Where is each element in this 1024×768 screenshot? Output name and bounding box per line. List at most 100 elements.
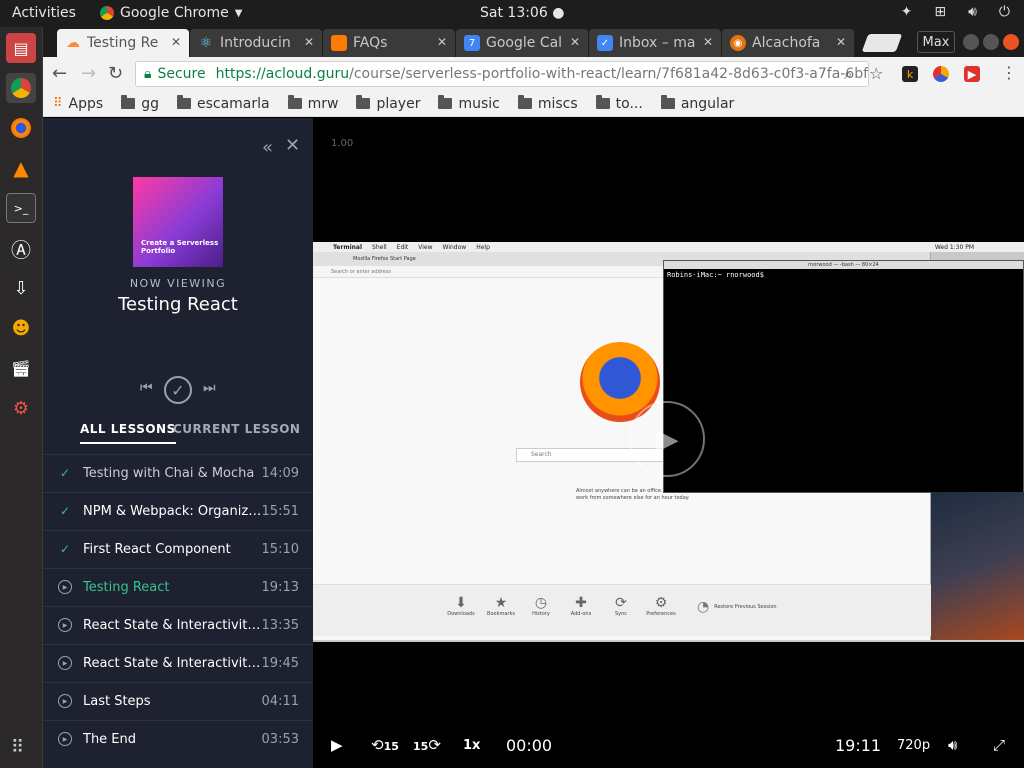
- bookmark-folder[interactable]: mrw: [287, 95, 338, 112]
- transfer-icon[interactable]: ⇩: [6, 273, 36, 303]
- tab-testing-react[interactable]: ☁ Testing Re ✕: [57, 29, 189, 57]
- bookmark-folder[interactable]: gg: [121, 95, 159, 112]
- terminal-icon[interactable]: >_: [6, 193, 36, 223]
- bookmark-apps[interactable]: ⠿ Apps: [53, 96, 103, 112]
- close-icon[interactable]: ✕: [285, 135, 300, 156]
- lesson-row[interactable]: ✓ Testing with Chai & Mocha 14:09: [43, 454, 313, 491]
- bookmark-folder[interactable]: music: [438, 95, 500, 112]
- clock[interactable]: Sat 13:06 ●: [480, 5, 564, 21]
- bookmark-star-icon[interactable]: ☆: [869, 64, 883, 83]
- address-bar[interactable]: 🔒︎ Secure https://acloud.guru/course/ser…: [135, 61, 869, 87]
- network-icon[interactable]: ⊞: [934, 4, 946, 20]
- tab-introducing[interactable]: ⚛ Introducin ✕: [190, 29, 322, 57]
- maximize-button[interactable]: [983, 34, 999, 50]
- course-thumbnail: Create a Serverless Portfolio: [133, 177, 223, 267]
- reload-icon[interactable]: ↻: [108, 63, 123, 84]
- lock-icon: 🔒︎: [144, 66, 152, 82]
- react-icon: ⚛: [199, 35, 213, 51]
- lesson-row[interactable]: ▶ Last Steps 04:11: [43, 682, 313, 719]
- vlc-icon[interactable]: ▲: [6, 153, 36, 183]
- k-extension-icon[interactable]: k: [902, 66, 918, 82]
- mac-menu-item: Window: [442, 243, 467, 251]
- tab-label: FAQs: [353, 35, 388, 51]
- bookmark-folder[interactable]: angular: [660, 95, 734, 112]
- close-icon[interactable]: ✕: [437, 35, 447, 49]
- files-icon[interactable]: ▤: [6, 33, 36, 63]
- ff-sync: ⟳ Sync: [605, 595, 637, 617]
- play-icon[interactable]: ▶: [331, 736, 343, 754]
- minimize-button[interactable]: [963, 34, 979, 50]
- app-menu[interactable]: Google Chrome ▼: [100, 5, 242, 21]
- bookmark-folder[interactable]: to...: [595, 95, 643, 112]
- youtube-extension-icon[interactable]: ▶: [964, 66, 980, 82]
- toolbar: ← → ↻ 🔒︎ Secure https://acloud.guru/cour…: [43, 57, 1024, 91]
- settings-icon[interactable]: ⚙: [6, 393, 36, 423]
- bookmark-folder[interactable]: miscs: [517, 95, 578, 112]
- color-extension-icon[interactable]: [933, 66, 949, 82]
- tab-alcachofa[interactable]: ◉ Alcachofa ✕: [722, 29, 854, 57]
- quality-button[interactable]: 720p: [897, 738, 930, 753]
- play-circle-icon: ▶: [58, 618, 72, 632]
- close-icon[interactable]: ✕: [171, 35, 181, 49]
- close-window-button[interactable]: [1003, 34, 1019, 50]
- lesson-row[interactable]: ▶ The End 03:53: [43, 720, 313, 757]
- close-icon[interactable]: ✕: [570, 35, 580, 49]
- big-play-icon[interactable]: ▶: [629, 401, 705, 477]
- menu-icon[interactable]: ⋮: [1001, 63, 1017, 82]
- play-circle-icon: ▶: [58, 656, 72, 670]
- bookmark-folder[interactable]: escamarla: [176, 95, 270, 112]
- bookmark-folder[interactable]: player: [356, 95, 420, 112]
- play-circle-icon: ▶: [58, 732, 72, 746]
- previous-lesson-icon[interactable]: ⏮: [140, 380, 153, 396]
- show-apps-icon[interactable]: ⠿: [11, 737, 31, 758]
- collapse-icon[interactable]: «: [262, 137, 273, 158]
- clock-text: Sat 13:06: [480, 5, 548, 21]
- rewind-button[interactable]: ⟲15: [371, 736, 399, 754]
- new-tab-button[interactable]: [861, 34, 903, 52]
- chrome-icon[interactable]: [6, 73, 36, 103]
- check-icon: ✓: [59, 466, 71, 480]
- activities-button[interactable]: Activities: [12, 5, 76, 21]
- close-icon[interactable]: ✕: [703, 35, 713, 49]
- lesson-title: Testing React: [83, 579, 170, 595]
- power-icon[interactable]: ⏻: [999, 4, 1010, 20]
- tab-faqs[interactable]: FAQs ✕: [323, 29, 455, 57]
- next-lesson-icon[interactable]: ⏭: [203, 380, 216, 396]
- lesson-row[interactable]: ✓ NPM & Webpack: Organizing ... 15:51: [43, 492, 313, 529]
- tab-all-lessons[interactable]: ALL LESSONS: [80, 422, 176, 444]
- volume-icon[interactable]: 🔊︎: [948, 736, 957, 754]
- video-player[interactable]: 1.00 Terminal Shell Edit View Window Hel…: [313, 118, 1024, 768]
- firefox-launcher-bar: ⬇ Downloads ★ Bookmarks ◷ History ✚ Add-ons …: [313, 584, 931, 636]
- fullscreen-icon[interactable]: ⤢: [993, 736, 1005, 754]
- bookmark-label: Apps: [68, 95, 104, 112]
- dropbox-icon[interactable]: ✦: [901, 4, 913, 20]
- lesson-row[interactable]: ▶ React State & Interactivity Pa... 19:4…: [43, 644, 313, 681]
- lesson-title: NPM & Webpack: Organizing ...: [83, 503, 263, 519]
- tab-label: Introducin: [220, 35, 291, 51]
- terminal-window: rnorwood — -bash — 80×24 Robins-iMac:~ r…: [663, 260, 1024, 493]
- lesson-row[interactable]: ▶ React State & Interactivity Pa... 13:3…: [43, 606, 313, 643]
- mark-complete-button[interactable]: ✓: [164, 376, 192, 404]
- tab-current-lesson[interactable]: CURRENT LESSON: [173, 422, 300, 436]
- playback-speed-button[interactable]: 1x: [463, 738, 480, 753]
- close-icon[interactable]: ✕: [836, 35, 846, 49]
- lesson-row[interactable]: ✓ First React Component 15:10: [43, 530, 313, 567]
- back-icon[interactable]: ←: [52, 63, 67, 84]
- mac-menu-item: Help: [476, 243, 490, 251]
- tab-google-calendar[interactable]: 7 Google Cal ✕: [456, 29, 588, 57]
- forward-icon[interactable]: →: [81, 63, 96, 84]
- video-editor-icon[interactable]: 🎬︎: [6, 353, 36, 383]
- firefox-icon[interactable]: [6, 113, 36, 143]
- software-updater-icon[interactable]: Ⓐ: [6, 233, 36, 263]
- tab-inbox[interactable]: ✓ Inbox – ma ✕: [589, 29, 721, 57]
- zoom-icon[interactable]: ⌕: [844, 65, 852, 83]
- close-icon[interactable]: ✕: [304, 35, 314, 49]
- volume-icon[interactable]: 🔊︎: [968, 4, 977, 20]
- ff-label: Downloads: [447, 611, 475, 617]
- forward-button[interactable]: 15⟳: [413, 736, 441, 754]
- terminal-title: rnorwood — -bash — 80×24: [664, 261, 1023, 269]
- lesson-row-current[interactable]: ▶ Testing React 19:13: [43, 568, 313, 605]
- bookmark-label: to...: [615, 95, 643, 112]
- people-icon[interactable]: ☻: [6, 313, 36, 343]
- profile-button[interactable]: Max: [917, 31, 955, 53]
